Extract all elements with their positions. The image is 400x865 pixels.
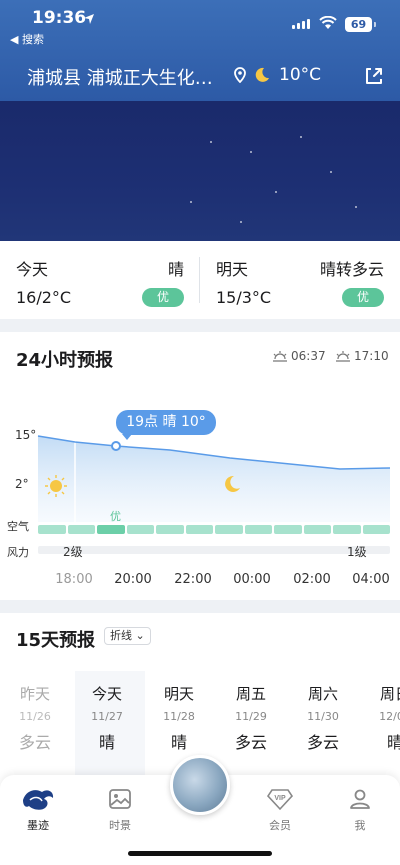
aqi-row-label: 空气 <box>7 520 29 533</box>
tomorrow-aqi-badge: 优 <box>342 288 384 307</box>
day-date: 11/28 <box>163 710 195 723</box>
day-column[interactable]: 周六 11/30 多云 <box>291 683 355 753</box>
day-name: 明天 <box>163 685 194 703</box>
day-condition: 晴 <box>170 733 187 752</box>
aqi-segment <box>244 525 272 534</box>
moon-icon <box>254 67 270 87</box>
vip-diamond-icon: VIP <box>250 785 310 813</box>
chart-mode-label: 折线 <box>110 629 132 642</box>
chevron-down-icon: ⌄ <box>135 629 145 642</box>
selected-hour-point[interactable] <box>111 441 121 451</box>
day-condition: 多云 <box>306 733 339 752</box>
center-scene-button[interactable] <box>170 755 230 815</box>
day-name: 周日 <box>379 685 400 703</box>
battery-icon: 69 <box>345 17 376 32</box>
day-date: 11/26 <box>19 710 51 723</box>
aqi-segment <box>67 525 95 534</box>
chart-mode-dropdown[interactable]: 折线 ⌄ <box>104 627 151 645</box>
day-date: 11/27 <box>91 710 123 723</box>
day-date: 11/30 <box>307 710 339 723</box>
day-name: 今天 <box>91 685 122 703</box>
tomorrow-label: 明天 <box>216 260 249 279</box>
day-date: 11/29 <box>235 710 267 723</box>
hour-label: 20:00 <box>114 572 152 587</box>
aqi-segment <box>215 525 243 534</box>
day-name: 周六 <box>307 685 338 703</box>
hour-label: 00:00 <box>233 572 271 587</box>
aqi-bar-row[interactable] <box>38 525 390 534</box>
location-arrow-icon <box>83 10 95 29</box>
share-icon[interactable] <box>363 65 385 91</box>
today-aqi-badge: 优 <box>142 288 184 307</box>
day-column[interactable]: 昨天 11/26 多云 <box>3 683 67 753</box>
wind-bar <box>38 546 390 554</box>
weather-scene <box>0 101 400 241</box>
aqi-segment <box>303 525 331 534</box>
home-indicator <box>128 851 272 856</box>
tab-vip[interactable]: VIP 会员 <box>250 785 310 833</box>
day-condition: 晴 <box>386 733 400 752</box>
day-column[interactable]: 周日 12/01 晴 <box>363 683 400 753</box>
hourly-forecast-card[interactable]: 24小时预报 06:37 17:10 15° 2° 19点 晴 10° 空气 优 <box>0 332 400 600</box>
current-temperature: 10°C <box>279 65 322 85</box>
day-column[interactable]: 今天 11/27 晴 <box>75 683 139 753</box>
wind-level-start: 2级 <box>63 545 83 559</box>
tomorrow-range: 15/3°C <box>216 288 272 307</box>
today-condition: 晴 <box>167 260 184 279</box>
wind-level-end: 1级 <box>347 545 367 559</box>
wifi-icon <box>319 15 337 34</box>
tab-label: 会员 <box>269 819 291 832</box>
tab-me[interactable]: 我 <box>330 785 390 833</box>
tab-label: 我 <box>354 819 366 832</box>
aqi-current-label: 优 <box>110 510 121 523</box>
svg-text:VIP: VIP <box>274 795 286 802</box>
location-pin-icon <box>233 67 247 87</box>
tab-moji[interactable]: 墨迹 <box>8 785 68 833</box>
hour-tooltip: 19点 晴 10° <box>116 410 216 440</box>
today-summary[interactable]: 今天 晴 16/2°C 优 <box>16 241 184 319</box>
user-icon <box>330 785 390 813</box>
day-column[interactable]: 周五 11/29 多云 <box>219 683 283 753</box>
temp-area <box>38 436 390 522</box>
aqi-segment <box>156 525 184 534</box>
aqi-segment <box>333 525 361 534</box>
divider <box>199 257 200 303</box>
day-name: 昨天 <box>19 685 50 703</box>
status-bar: 19:36 ◀ 搜索 69 <box>0 0 400 50</box>
tab-label: 时景 <box>109 819 131 832</box>
title-bar: 浦城县 浦城正大生化… 10°C <box>0 55 400 95</box>
status-time: 19:36 <box>32 8 87 28</box>
aqi-segment <box>362 525 390 534</box>
wind-row-label: 风力 <box>7 546 29 559</box>
tab-scenery[interactable]: 时景 <box>90 785 150 833</box>
daily-title: 15天预报 <box>16 630 96 651</box>
day-condition: 晴 <box>98 733 115 752</box>
tomorrow-condition: 晴转多云 <box>319 260 384 279</box>
aqi-segment <box>97 525 125 534</box>
day-condition: 多云 <box>234 733 267 752</box>
tomorrow-summary[interactable]: 明天 晴转多云 15/3°C 优 <box>216 241 384 319</box>
hour-label: 22:00 <box>174 572 212 587</box>
moji-logo-icon <box>8 785 68 813</box>
location-title[interactable]: 浦城县 浦城正大生化… <box>27 64 213 90</box>
hour-label: 18:00 <box>55 572 93 587</box>
today-label: 今天 <box>16 260 49 279</box>
hour-label: 02:00 <box>293 572 331 587</box>
aqi-segment <box>185 525 213 534</box>
today-range: 16/2°C <box>16 288 72 307</box>
day-condition: 多云 <box>18 733 51 752</box>
day-column[interactable]: 明天 11/28 晴 <box>147 683 211 753</box>
back-to-search-link[interactable]: ◀ 搜索 <box>10 31 44 47</box>
hour-label: 04:00 <box>352 572 390 587</box>
day-date: 12/01 <box>379 710 400 723</box>
cellular-signal-icon <box>292 19 310 29</box>
today-tomorrow-card[interactable]: 今天 晴 16/2°C 优 明天 晴转多云 15/3°C 优 <box>0 241 400 319</box>
day-name: 周五 <box>235 685 266 703</box>
app-header: 19:36 ◀ 搜索 69 浦城县 浦城正大生化… 10°C <box>0 0 400 101</box>
aqi-segment <box>38 525 66 534</box>
tab-label: 墨迹 <box>27 819 49 832</box>
aqi-segment <box>274 525 302 534</box>
aqi-segment <box>126 525 154 534</box>
image-icon <box>90 785 150 813</box>
